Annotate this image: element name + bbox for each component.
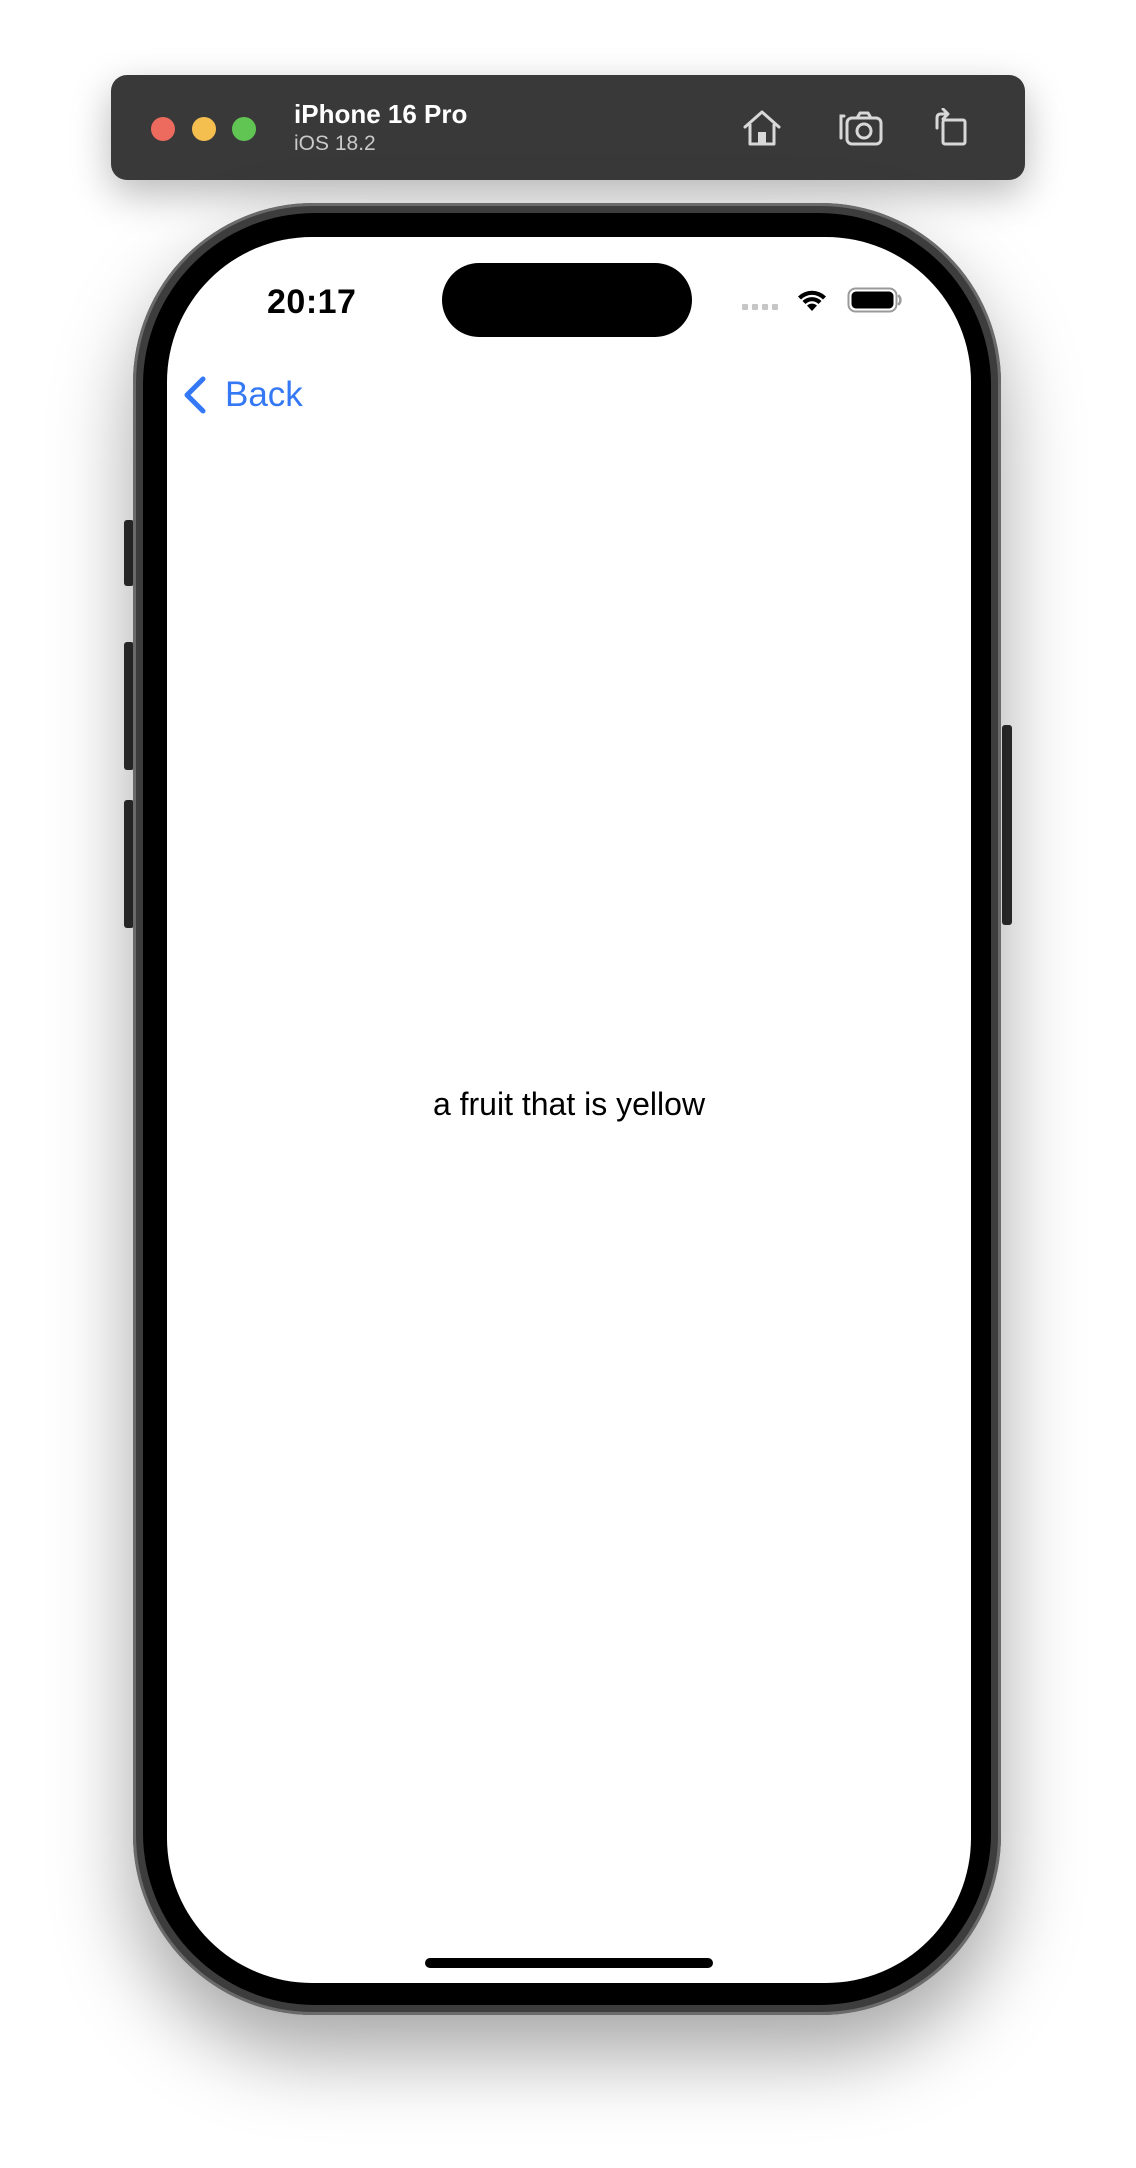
home-button[interactable] — [737, 103, 787, 153]
rotate-button[interactable] — [926, 103, 976, 153]
side-power-button[interactable] — [1002, 725, 1012, 925]
close-window-button[interactable] — [151, 117, 175, 141]
device-name: iPhone 16 Pro — [294, 99, 468, 129]
simulator-title-bar: iPhone 16 Pro iOS 18.2 — [111, 75, 1025, 180]
device-screen: 20:17 Back a fruit that is yellow — [167, 237, 971, 1983]
wifi-icon — [798, 290, 826, 311]
chevron-left-icon — [184, 376, 206, 414]
dynamic-island — [442, 263, 692, 337]
screenshot-button[interactable] — [836, 103, 886, 153]
signal-icon — [742, 304, 778, 310]
status-time: 20:17 — [267, 283, 357, 321]
rotate-icon — [935, 108, 967, 146]
back-button-label: Back — [225, 375, 303, 414]
screenshot-icon — [839, 111, 883, 146]
home-indicator[interactable] — [425, 1958, 713, 1968]
os-version: iOS 18.2 — [294, 132, 376, 155]
minimize-window-button[interactable] — [192, 117, 216, 141]
content-text: a fruit that is yellow — [432, 1086, 706, 1122]
battery-icon — [847, 287, 902, 313]
maximize-window-button[interactable] — [232, 117, 256, 141]
back-button[interactable]: Back — [181, 370, 303, 420]
home-icon — [743, 110, 781, 146]
